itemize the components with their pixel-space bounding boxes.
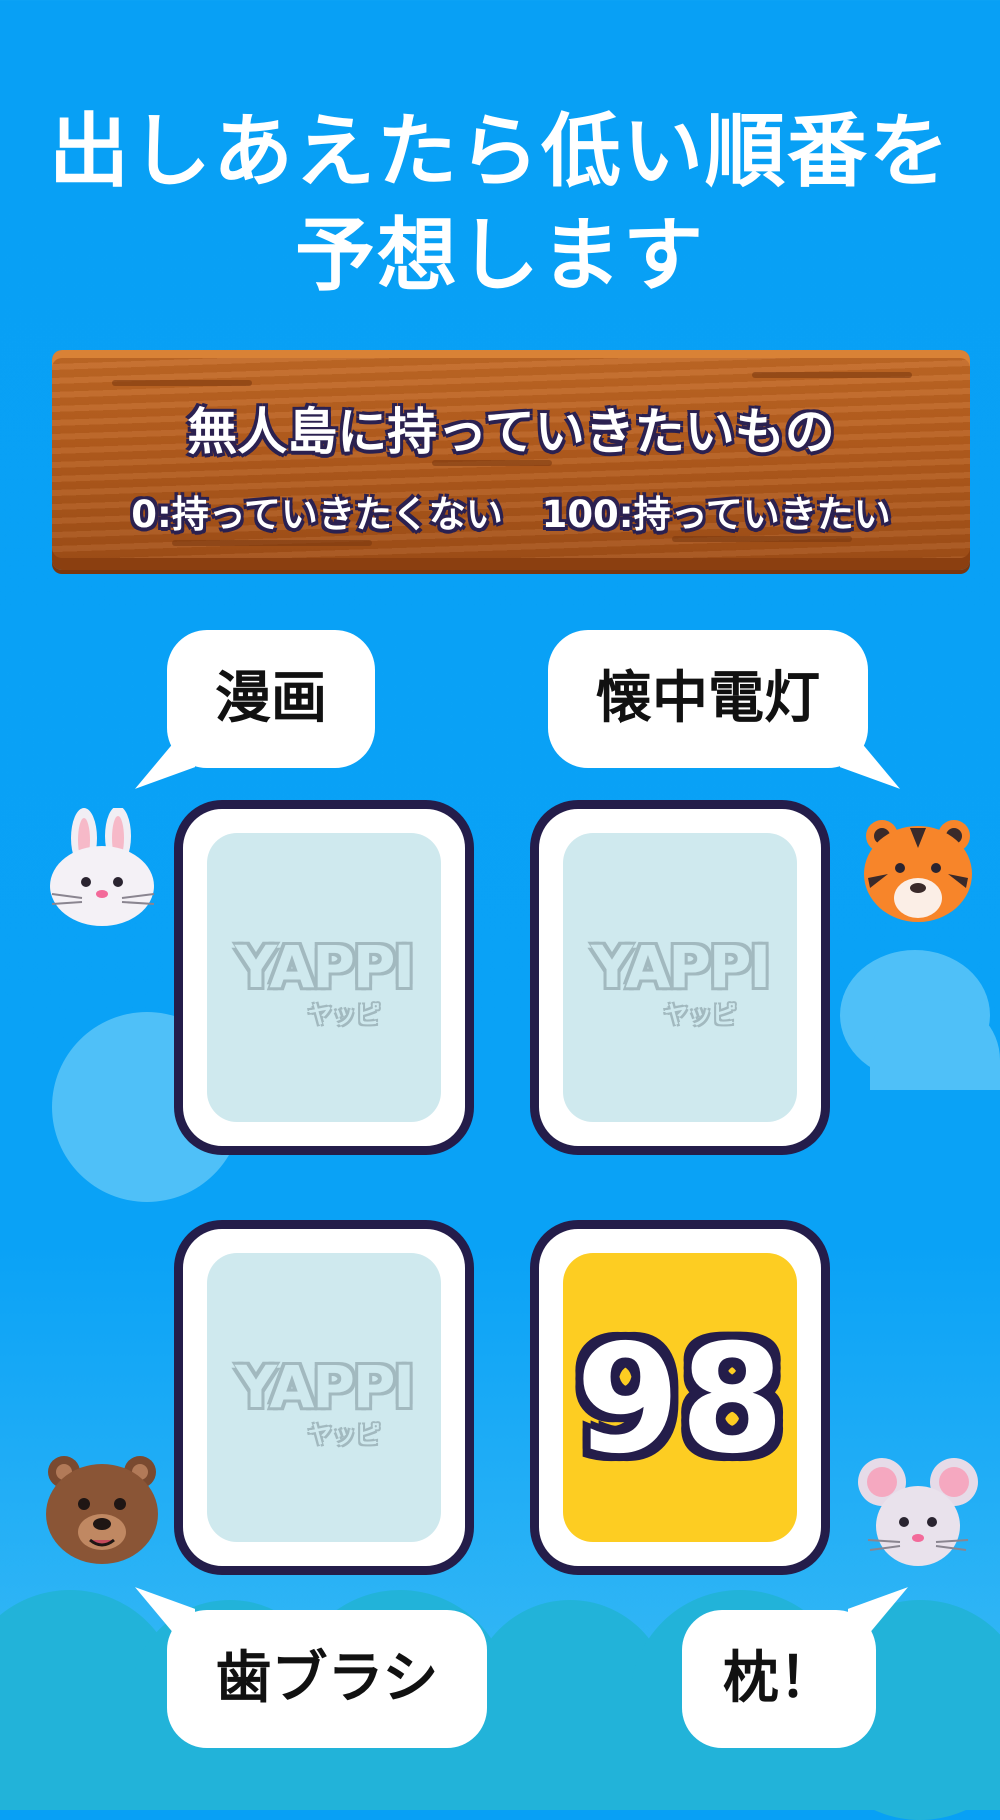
answer-bubble-bear: 歯ブラシ: [167, 1610, 487, 1748]
topic-scale: 0:持っていきたくない 100:持っていきたい: [131, 493, 891, 536]
yappi-logo: YAPPI: [235, 1353, 415, 1421]
card-face-revealed: 98: [563, 1253, 797, 1542]
card-back: YAPPI ヤッピ: [207, 833, 441, 1122]
tiger-avatar-icon: [864, 820, 972, 922]
topic-title: 無人島に持っていきたいもの: [187, 403, 835, 461]
answer-text-mouse: 枕！: [723, 1646, 835, 1711]
yappi-logo: YAPPI: [591, 933, 771, 1001]
card-back: YAPPI ヤッピ: [207, 1253, 441, 1542]
card-mouse[interactable]: 98: [530, 1220, 830, 1575]
card-tiger[interactable]: YAPPI ヤッピ: [530, 800, 830, 1155]
topic-board: 無人島に持っていきたいもの 0:持っていきたくない 100:持っていきたい: [52, 350, 970, 570]
answer-text-rabbit: 漫画: [215, 666, 327, 731]
mouse-avatar-icon: [858, 1458, 978, 1566]
answer-bubble-rabbit: 漫画: [167, 630, 375, 768]
rabbit-avatar-icon: [50, 808, 155, 926]
yappi-logo-sub: ヤッピ: [308, 1001, 380, 1029]
revealed-number: 98: [575, 1313, 785, 1487]
yappi-logo: YAPPI: [235, 933, 415, 1001]
headline-line-2: 予想します: [295, 209, 705, 302]
card-rabbit[interactable]: YAPPI ヤッピ: [174, 800, 474, 1155]
answer-text-bear: 歯ブラシ: [215, 1646, 439, 1711]
yappi-logo-sub: ヤッピ: [308, 1421, 380, 1449]
yappi-logo-sub: ヤッピ: [664, 1001, 736, 1029]
card-back: YAPPI ヤッピ: [563, 833, 797, 1122]
answer-text-tiger: 懐中電灯: [596, 666, 820, 731]
card-bear[interactable]: YAPPI ヤッピ: [174, 1220, 474, 1575]
headline-line-1: 出しあえたら低い順番を: [49, 105, 951, 198]
answer-bubble-mouse: 枕！: [682, 1610, 876, 1748]
bear-avatar-icon: [46, 1456, 158, 1564]
answer-bubble-tiger: 懐中電灯: [548, 630, 868, 768]
instruction-headline: 出しあえたら低い順番を 予想します: [0, 100, 1000, 308]
